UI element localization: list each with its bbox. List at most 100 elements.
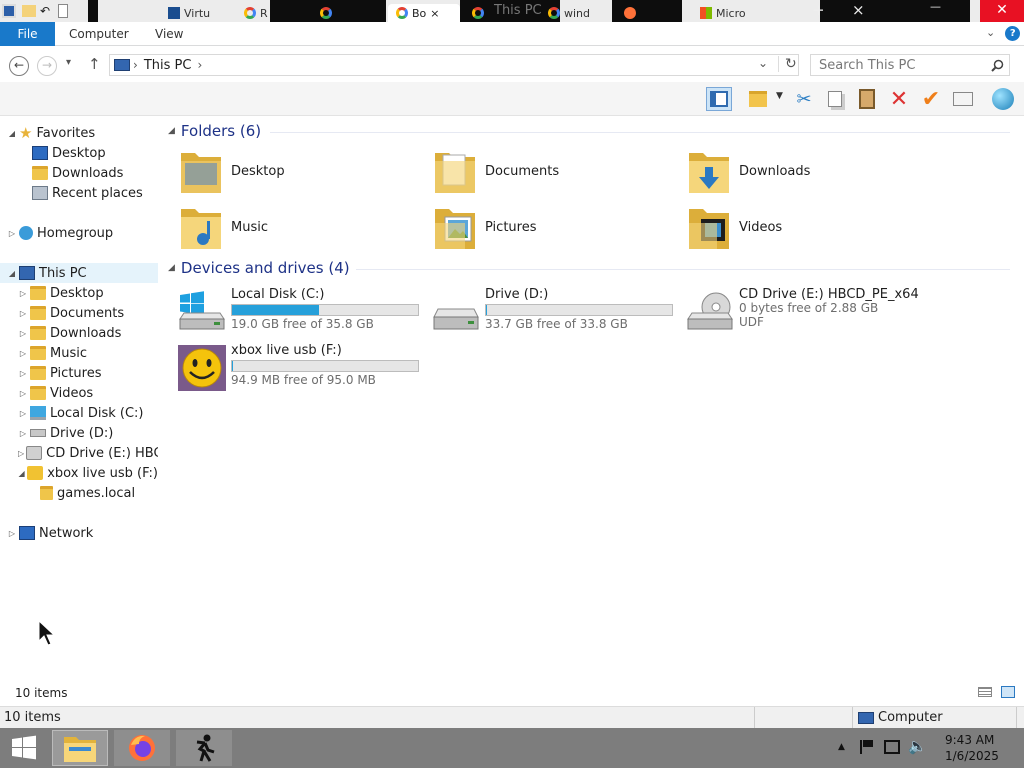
nav-pc-cd-drive-e[interactable]: ▷ CD Drive (E:) HBCD_PE_x64 [0,443,158,463]
tab-computer[interactable]: Computer [69,22,129,46]
drives-group-header[interactable]: ◢ Devices and drives (4) [168,259,350,277]
nav-network[interactable]: ▷ Network [0,523,158,543]
recent-locations-icon[interactable]: ▾ [66,57,71,68]
paste-button[interactable] [854,87,880,111]
clock-time[interactable]: 9:43 AM [945,733,994,747]
browser-tab[interactable]: Micro [700,4,780,22]
new-tab-button[interactable]: + [812,1,825,19]
nav-pc-drive-d[interactable]: ▷ Drive (D:) [0,423,158,443]
properties-button[interactable] [745,87,771,111]
browser-tab-virtualbox[interactable]: Virtu [168,4,228,22]
address-dropdown-icon[interactable]: ⌄ [758,56,768,70]
nav-homegroup[interactable]: ▷ Homegroup [0,223,158,243]
volume-icon[interactable]: 🔈 [908,737,927,755]
undo-icon[interactable]: ↶ [40,4,50,18]
folder-tile-videos[interactable]: Videos [687,203,937,255]
folder-tile-pictures[interactable]: Pictures [433,203,683,255]
collapsed-arrow-icon[interactable]: ▷ [18,329,28,338]
nav-item-recent-places[interactable]: Recent places [0,183,158,203]
network-button[interactable] [990,87,1016,111]
copy-button[interactable] [822,87,848,111]
collapsed-arrow-icon[interactable]: ▷ [18,449,24,458]
nav-item-desktop[interactable]: Desktop [0,143,158,163]
breadcrumb-this-pc[interactable]: This PC [144,58,192,73]
drive-tile-cd-drive-e[interactable]: CD Drive (E:) HBCD_PE_x64 0 bytes free o… [686,287,936,343]
nav-this-pc[interactable]: ◢ This PC [0,263,158,283]
quick-access-icon[interactable] [22,5,36,17]
nav-pc-music[interactable]: ▷ Music [0,343,158,363]
expanded-arrow-icon[interactable]: ◢ [18,469,25,478]
search-input[interactable]: Search This PC [810,54,1010,76]
nav-pc-videos[interactable]: ▷ Videos [0,383,158,403]
browser-tab[interactable] [472,4,492,22]
browser-tab[interactable]: wind [548,4,598,22]
taskbar-file-explorer[interactable] [52,730,108,766]
collapsed-arrow-icon[interactable]: ▷ [18,429,28,438]
close-browser-tab-button[interactable]: × [852,1,865,19]
browser-tab[interactable]: R [244,4,274,22]
preview-pane-button[interactable] [706,87,732,111]
close-window-button[interactable]: ✕ [980,0,1024,22]
network-status-icon[interactable] [884,740,900,754]
flag-icon[interactable] [860,740,874,754]
help-icon[interactable]: ? [1005,26,1021,41]
tiles-view-icon[interactable] [1001,686,1015,698]
nav-pc-desktop[interactable]: ▷ Desktop [0,283,158,303]
folders-group-header[interactable]: ◢ Folders (6) [168,122,261,140]
nav-pc-local-disk-c[interactable]: ▷ Local Disk (C:) [0,403,158,423]
drive-tile-local-disk-c[interactable]: Local Disk (C:) 19.0 GB free of 35.8 GB [178,287,428,343]
minimize-button[interactable]: — [930,0,941,13]
clock-date[interactable]: 1/6/2025 [945,749,999,763]
collapsed-arrow-icon[interactable]: ▷ [7,229,17,238]
folder-tile-music[interactable]: Music [179,203,429,255]
start-button[interactable] [0,730,48,766]
expanded-arrow-icon[interactable]: ◢ [7,129,17,138]
folder-tile-documents[interactable]: Documents [433,147,683,199]
collapsed-arrow-icon[interactable]: ▷ [18,289,28,298]
taskbar-runner-app[interactable] [176,730,232,766]
collapsed-arrow-icon[interactable]: ▷ [18,369,28,378]
details-view-icon[interactable] [978,687,992,697]
properties-icon[interactable] [58,4,68,18]
file-tab[interactable]: File [0,22,55,46]
nav-pc-pictures[interactable]: ▷ Pictures [0,363,158,383]
collapsed-arrow-icon[interactable]: ▷ [18,349,28,358]
refresh-icon[interactable]: ↻ [778,56,797,72]
breadcrumb-separator-icon[interactable]: › [133,58,138,72]
up-button[interactable]: ↑ [88,55,101,73]
cut-button[interactable]: ✂ [791,87,817,111]
taskbar-firefox[interactable] [114,730,170,766]
nav-pc-xbox-usb-f[interactable]: ◢ xbox live usb (F:) [0,463,158,483]
drive-tile-drive-d[interactable]: Drive (D:) 33.7 GB free of 33.8 GB [432,287,682,343]
collapsed-arrow-icon[interactable]: ▷ [7,529,17,538]
delete-button[interactable]: ✕ [886,87,912,112]
nav-item-downloads[interactable]: Downloads [0,163,158,183]
back-button[interactable]: ← [9,56,29,76]
dropdown-icon[interactable]: ▼ [776,91,783,101]
nav-favorites[interactable]: ◢ ★ Favorites [0,123,158,143]
folder-tile-downloads[interactable]: Downloads [687,147,937,199]
tab-view[interactable]: View [155,22,183,46]
forward-button[interactable]: → [37,56,57,76]
collapsed-arrow-icon[interactable]: ▷ [18,409,28,418]
tray-overflow-icon[interactable]: ▲ [838,742,845,752]
browser-tab[interactable] [624,4,644,22]
rename-button[interactable]: ✔ [918,87,944,112]
nav-games-local[interactable]: games.local [0,483,158,503]
address-bar[interactable]: › This PC › ⌄ ↻ [109,54,799,76]
nav-pc-documents[interactable]: ▷ Documents [0,303,158,323]
search-icon[interactable] [991,59,1004,72]
collapse-group-icon[interactable]: ◢ [168,263,175,273]
collapsed-arrow-icon[interactable]: ▷ [18,309,28,318]
collapsed-arrow-icon[interactable]: ▷ [18,389,28,398]
email-button[interactable] [950,87,976,111]
nav-pc-downloads[interactable]: ▷ Downloads [0,323,158,343]
collapse-group-icon[interactable]: ◢ [168,126,175,136]
browser-tab[interactable] [320,4,340,22]
folder-tile-desktop[interactable]: Desktop [179,147,429,199]
close-tab-icon[interactable]: × [430,7,439,20]
expanded-arrow-icon[interactable]: ◢ [7,269,17,278]
browser-tab-active[interactable]: Bo × [388,4,460,22]
expand-ribbon-icon[interactable]: ⌄ [986,26,995,41]
drive-tile-xbox-usb-f[interactable]: xbox live usb (F:) 94.9 MB free of 95.0 … [178,343,428,399]
